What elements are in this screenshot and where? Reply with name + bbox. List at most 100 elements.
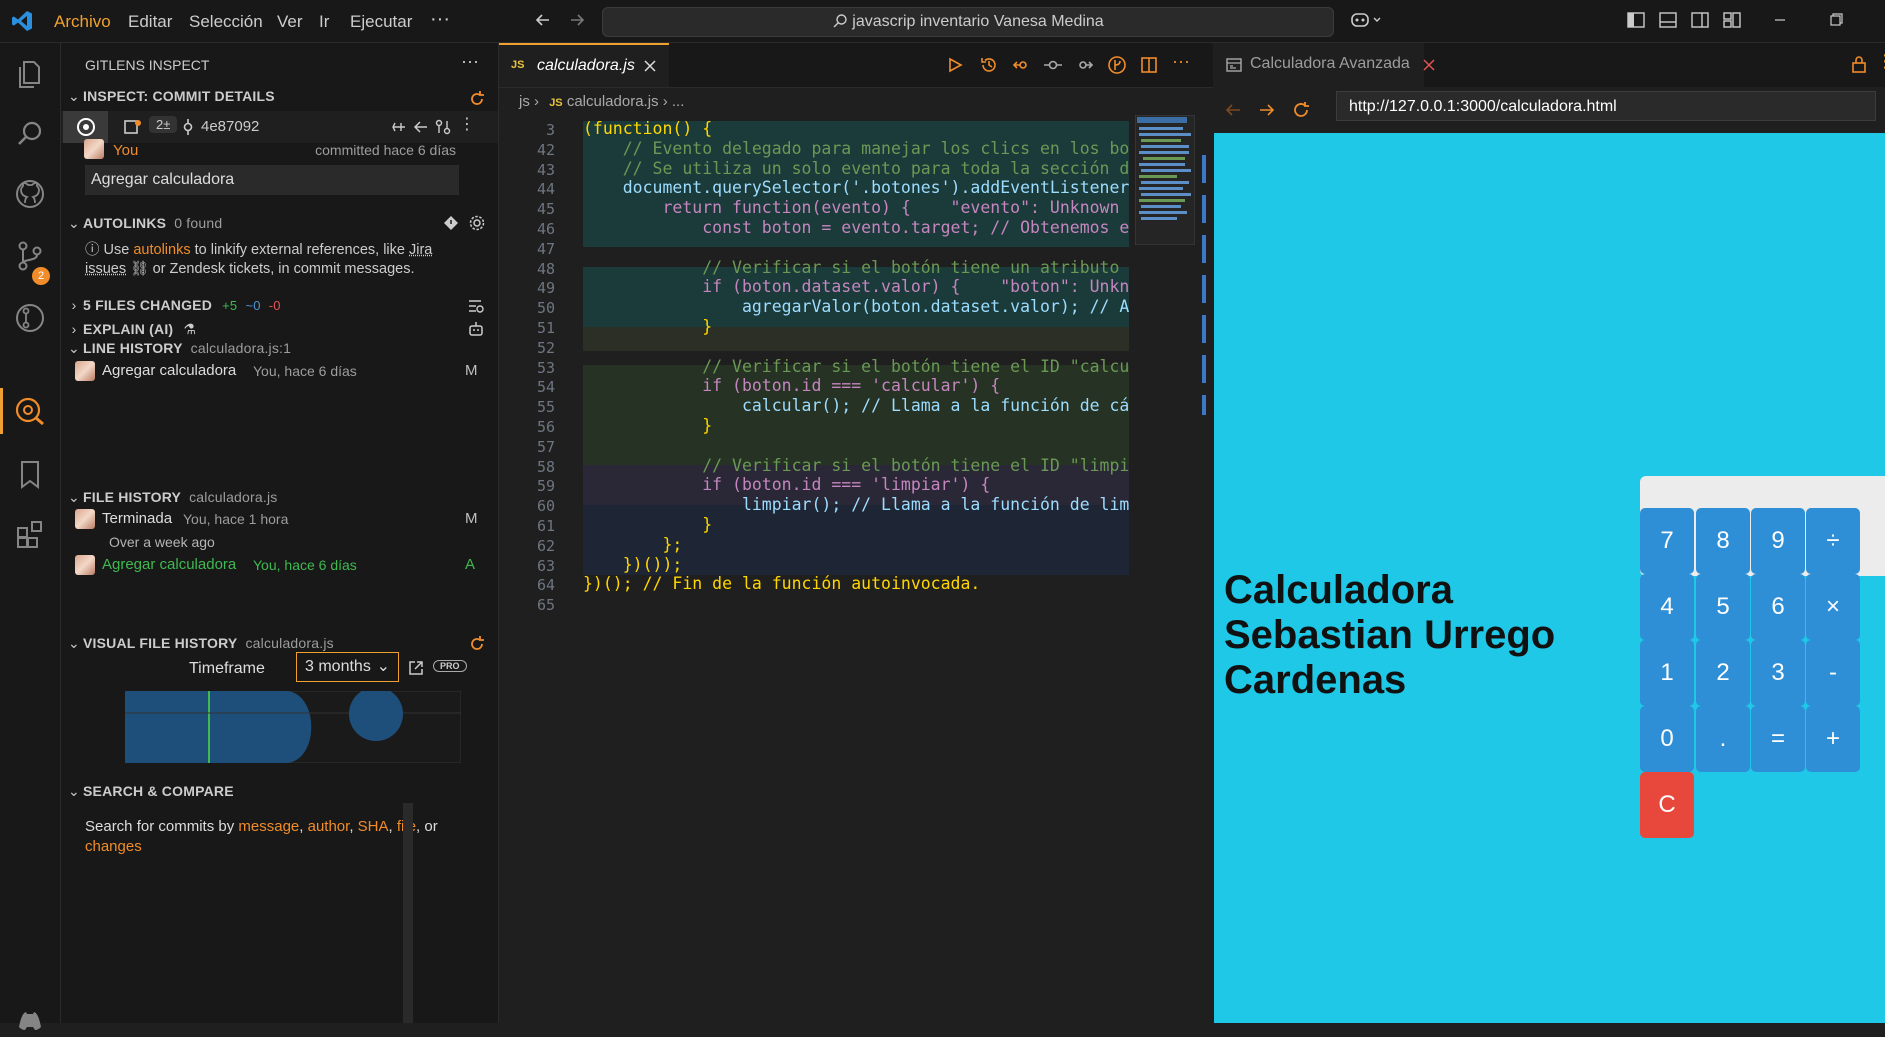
sidebar-more-button[interactable]: ··· — [461, 51, 479, 72]
toggle-sidebar-icon[interactable] — [1626, 10, 1646, 30]
github-icon[interactable] — [13, 177, 47, 211]
file-history-header[interactable]: ⌄ FILE HISTORY calculadora.js — [61, 489, 498, 506]
close-icon[interactable] — [644, 60, 656, 72]
files-changed-header[interactable]: › 5 FILES CHANGED +5 ~0 -0 — [61, 297, 498, 313]
close-icon[interactable] — [1423, 59, 1435, 71]
copilot-icon[interactable] — [1350, 10, 1384, 30]
search-by-sha-link[interactable]: SHA — [358, 818, 389, 835]
code-line[interactable]: if (boton.dataset.valor) { "boton": Unkn… — [583, 277, 1129, 296]
extensions-icon[interactable] — [13, 517, 47, 551]
autolink-diamond-icon[interactable] — [443, 215, 459, 231]
calculator-key[interactable]: 8 — [1696, 508, 1750, 574]
menu-ver[interactable]: Ver — [277, 12, 303, 32]
previous-revision-icon[interactable] — [1012, 56, 1030, 74]
breadcrumb-folder[interactable]: js — [519, 93, 530, 110]
url-input[interactable]: http://127.0.0.1:3000/calculadora.html — [1336, 91, 1876, 121]
commit-more-button[interactable]: ⋮ — [459, 114, 475, 134]
list-item[interactable]: Agregar calculadora You, hace 6 días A — [61, 553, 498, 577]
code-line[interactable]: // Evento delegado para manejar los clic… — [583, 139, 1129, 158]
next-revision-icon[interactable] — [1076, 56, 1094, 74]
code-line[interactable]: // Se utiliza un solo evento para toda l… — [583, 159, 1129, 178]
code-line[interactable]: } — [583, 416, 712, 435]
customize-layout-icon[interactable] — [1722, 10, 1742, 30]
explain-ai-header[interactable]: › EXPLAIN (AI) ⚗ — [61, 321, 498, 338]
run-icon[interactable] — [947, 57, 963, 73]
refresh-icon[interactable] — [468, 635, 486, 653]
menu-archivo[interactable]: Archivo — [54, 12, 111, 32]
calculator-key[interactable]: 0 — [1640, 706, 1694, 772]
menu-ir[interactable]: Ir — [319, 12, 329, 32]
search-compare-header[interactable]: ⌄ SEARCH & COMPARE — [61, 783, 498, 800]
back-icon[interactable] — [413, 119, 429, 135]
code-line[interactable]: if (boton.id === 'calcular') { — [583, 376, 1000, 395]
gitlens-icon[interactable] — [13, 301, 47, 335]
pin-icon[interactable] — [391, 119, 407, 135]
restore-icon[interactable] — [1826, 10, 1846, 30]
editor-more-button[interactable]: ··· — [1172, 51, 1190, 72]
robot-icon[interactable] — [467, 320, 485, 338]
lock-icon[interactable] — [1850, 55, 1868, 73]
command-center-search[interactable]: javascrip inventario Vanesa Medina — [602, 7, 1334, 37]
breadcrumb-file[interactable]: calculadora.js — [567, 93, 659, 110]
search-by-message-link[interactable]: message — [238, 818, 299, 835]
code-line[interactable]: document.querySelector('.botones').addEv… — [583, 178, 1129, 197]
code-line[interactable]: calcular(); // Llama a la función de cál… — [583, 396, 1129, 415]
search-by-author-link[interactable]: author — [308, 818, 350, 835]
list-item[interactable]: Agregar calculadora You, hace 6 días M — [61, 359, 498, 383]
reload-icon[interactable] — [1292, 101, 1310, 119]
calculator-key[interactable]: × — [1806, 574, 1860, 640]
timeframe-select[interactable]: 3 months ⌄ — [296, 652, 399, 682]
autolinks-header[interactable]: ⌄ AUTOLINKS 0 found — [61, 215, 498, 232]
calculator-key[interactable]: 4 — [1640, 574, 1694, 640]
menu-more[interactable]: ··· — [430, 8, 450, 31]
calculator-key[interactable]: C — [1640, 772, 1694, 838]
list-item[interactable]: Terminada You, hace 1 hora M — [61, 507, 498, 531]
code-line[interactable]: agregarValor(boton.dataset.valor); // Ag… — [583, 297, 1129, 316]
code-line[interactable]: const boton = evento.target; // Obtenemo… — [583, 218, 1129, 237]
code-line[interactable]: } — [583, 515, 712, 534]
back-arrow-icon[interactable] — [1224, 102, 1242, 118]
settings-gear-icon[interactable] — [469, 215, 485, 231]
view-as-tree-icon[interactable] — [467, 298, 485, 314]
gitlens-inspect-icon[interactable] — [13, 393, 47, 427]
code-line[interactable]: // Verificar si el botón tiene el ID "li… — [583, 456, 1129, 475]
author-name[interactable]: You — [113, 142, 138, 159]
calculator-key[interactable]: ÷ — [1806, 508, 1860, 574]
inspect-commit-details-header[interactable]: ⌄ INSPECT: COMMIT DETAILS — [61, 88, 498, 105]
calculator-key[interactable]: = — [1751, 706, 1805, 772]
open-external-icon[interactable] — [407, 659, 425, 677]
calculator-key[interactable]: 6 — [1751, 574, 1805, 640]
commit-sha[interactable]: 4e87092 — [201, 118, 259, 135]
calculator-key[interactable]: 1 — [1640, 640, 1694, 706]
code-line[interactable]: if (boton.id === 'limpiar') { — [583, 475, 990, 494]
toggle-secondary-sidebar-icon[interactable] — [1690, 10, 1710, 30]
code-line[interactable]: }; — [583, 535, 682, 554]
code-line[interactable]: // Verificar si el botón tiene el ID "ca… — [583, 357, 1129, 376]
minimize-icon[interactable] — [1770, 10, 1790, 30]
autolinks-link[interactable]: autolinks — [133, 242, 190, 258]
code-line[interactable]: })(); // Fin de la función autoinvocada. — [583, 574, 980, 593]
code-line[interactable]: // Verificar si el botón tiene un atribu… — [583, 258, 1129, 277]
compare-icon[interactable] — [435, 119, 451, 135]
commit-graph-icon[interactable] — [1044, 56, 1062, 74]
scrollbar[interactable] — [403, 803, 413, 1023]
calculator-key[interactable]: + — [1806, 706, 1860, 772]
back-arrow-icon[interactable] — [533, 10, 553, 30]
browser-more-button[interactable]: ⋮ — [1876, 51, 1885, 72]
visual-file-history-header[interactable]: ⌄ VISUAL FILE HISTORY calculadora.js — [61, 635, 498, 652]
working-changes-icon[interactable] — [123, 118, 143, 136]
forward-arrow-icon[interactable] — [567, 10, 587, 30]
code-line[interactable]: } — [583, 317, 712, 336]
toggle-panel-icon[interactable] — [1658, 10, 1678, 30]
gitlens-toggle-icon[interactable] — [1108, 56, 1126, 74]
search-icon[interactable] — [13, 117, 47, 151]
split-editor-icon[interactable] — [1140, 56, 1158, 74]
breadcrumb-symbol[interactable]: ... — [672, 93, 685, 110]
tab-calculadora-js[interactable]: JS calculadora.js — [499, 43, 669, 87]
menu-seleccion[interactable]: Selección — [189, 12, 263, 32]
forward-arrow-icon[interactable] — [1258, 102, 1276, 118]
code-line[interactable]: (function() { — [583, 119, 712, 138]
code-line[interactable]: })()); — [583, 555, 683, 574]
calculator-key[interactable]: 5 — [1696, 574, 1750, 640]
line-history-header[interactable]: ⌄ LINE HISTORY calculadora.js:1 — [61, 340, 498, 357]
